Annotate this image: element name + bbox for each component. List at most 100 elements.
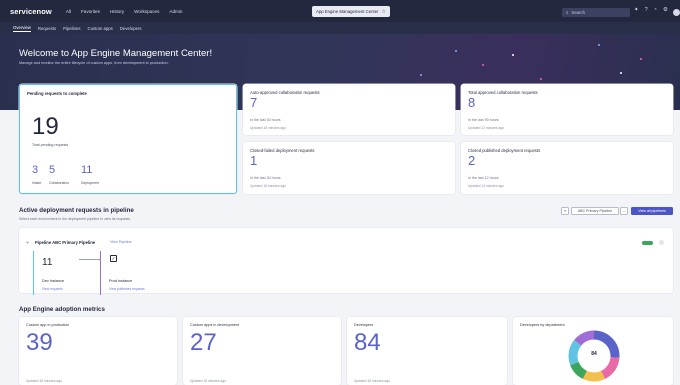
pipeline-filter-select[interactable]: ABC Primary Pipeline <box>571 207 619 215</box>
decor-sparkle <box>455 50 457 52</box>
metrics-section-title: App Engine adoption metrics <box>19 306 105 313</box>
checklist-icon: ✓ <box>110 255 117 262</box>
summary-title: Auto-approved collaboration requests <box>250 90 320 95</box>
summary-updated: Updated 12 minutes ago <box>468 126 504 130</box>
metric-title: Developers <box>354 323 374 327</box>
servicenow-logo[interactable]: servicenow <box>10 7 52 16</box>
summary-period: In the last 90 hours <box>468 118 499 122</box>
chevron-down-icon[interactable]: ⌄ <box>620 207 628 215</box>
metric-value: 84 <box>354 329 381 356</box>
pipeline-arrow <box>79 259 101 260</box>
decor-sparkle <box>420 74 422 76</box>
decor-sparkle <box>482 64 484 66</box>
stage-dev-label: Dev instance <box>42 279 64 283</box>
summary-period: In the last 30 hours <box>250 176 281 180</box>
metric-card[interactable]: Custom apps in development 27 Updated 18… <box>183 317 341 385</box>
deployment-section-title: Active deployment requests in pipeline <box>19 207 134 214</box>
summary-value: 8 <box>468 95 476 110</box>
stage-dev-link[interactable]: View requests <box>42 287 63 291</box>
tab-custom-apps[interactable]: Custom apps <box>88 26 113 31</box>
pipeline-card: ⑂ Pipeline ABC Primary Pipeline View Pip… <box>19 228 673 295</box>
pending-collab-label: Collaboration <box>49 181 69 185</box>
metric-value: 39 <box>26 329 53 356</box>
metric-card[interactable]: Developers 84 Updated 18 minutes ago <box>347 317 507 385</box>
tab-developers[interactable]: Developers <box>120 26 142 31</box>
top-icons: ✦ ? ◔ ⚙ <box>634 7 668 13</box>
stage-prod[interactable]: ✓ Prod instance View published requests <box>100 251 162 295</box>
nav-link-history[interactable]: History <box>110 9 124 14</box>
summary-card[interactable]: Closed-failed deployment requests 1 In t… <box>243 142 455 194</box>
nav-link-admin[interactable]: Admin <box>169 9 182 14</box>
view-all-pipelines-button[interactable]: View all pipelines <box>631 207 673 215</box>
app-title: App Engine Management Center <box>315 9 379 14</box>
view-pipeline-link[interactable]: View Pipeline <box>110 240 132 244</box>
nav-link-workspaces[interactable]: Workspaces <box>134 9 159 14</box>
help-icon[interactable]: ? <box>645 7 648 13</box>
summary-card[interactable]: Auto-approved collaboration requests 7 I… <box>243 84 455 135</box>
arrow-head-icon: › <box>99 257 101 263</box>
pending-requests-card[interactable]: Pending requests to complete 19 Total pe… <box>19 84 237 194</box>
decor-sparkle <box>620 72 622 74</box>
metric-card[interactable]: Custom app in production 39 Updated 18 m… <box>19 317 177 385</box>
donut-card[interactable]: Developers by department 84 <box>513 317 673 385</box>
nav-link-all[interactable]: All <box>66 9 71 14</box>
summary-value: 7 <box>250 95 258 110</box>
sparkle-icon[interactable]: ✦ <box>634 7 639 13</box>
pending-title: Pending requests to complete <box>27 91 87 96</box>
metric-updated: Updated 18 minutes ago <box>26 379 62 383</box>
summary-value: 1 <box>250 153 258 168</box>
summary-value: 2 <box>468 153 476 168</box>
avatar[interactable] <box>673 9 680 16</box>
metric-updated: Updated 18 minutes ago <box>190 379 226 383</box>
star-icon[interactable]: ☆ <box>382 9 386 15</box>
notification-icon[interactable]: ◔ <box>654 7 657 13</box>
summary-updated: Updated 18 minutes ago <box>250 184 286 188</box>
summary-card[interactable]: Closed published deployment requests 2 I… <box>461 142 673 194</box>
summary-period: In the last 12 hours <box>468 176 499 180</box>
status-toggle[interactable] <box>642 241 653 245</box>
stage-dev-count: 11 <box>42 257 53 268</box>
pending-collab-value[interactable]: 5 <box>49 164 55 176</box>
deployment-section-subtitle: Select each environment in the deploymen… <box>19 217 131 221</box>
tab-pipelines[interactable]: Pipelines <box>63 26 80 31</box>
stage-dev[interactable]: 11 Dev instance View requests <box>33 251 85 295</box>
app-title-pill[interactable]: App Engine Management Center ☆ <box>312 6 390 17</box>
metric-updated: Updated 18 minutes ago <box>354 379 390 383</box>
summary-title: Total approved collaboration requests <box>468 90 538 95</box>
search-icon: ⌕ <box>566 10 569 15</box>
summary-title: Closed-failed deployment requests <box>250 148 315 153</box>
metric-value: 27 <box>190 329 217 356</box>
tab-requests[interactable]: Requests <box>38 26 56 31</box>
pending-total-label: Total pending requests <box>32 143 69 147</box>
sub-navigation: Overview Requests Pipelines Custom apps … <box>0 22 680 34</box>
stage-prod-link[interactable]: View published requests <box>109 287 145 291</box>
top-navigation: servicenow All Favorites History Workspa… <box>0 0 680 22</box>
nav-links: All Favorites History Workspaces Admin <box>66 9 183 14</box>
decor-sparkle <box>512 54 514 56</box>
pipeline-name: Pipeline ABC Primary Pipeline <box>35 240 96 245</box>
pending-deploy-value[interactable]: 11 <box>81 164 92 176</box>
decor-sparkle <box>640 58 642 60</box>
search-input[interactable]: ⌕ Search <box>562 8 630 17</box>
summary-updated: Updated 18 minutes ago <box>250 126 286 130</box>
summary-period: In the last 30 hours <box>250 118 281 122</box>
nav-link-favorites[interactable]: Favorites <box>81 9 100 14</box>
donut-center-value: 84 <box>591 351 597 357</box>
decor-sparkle <box>540 78 542 80</box>
hero-title: Welcome to App Engine Management Center! <box>19 48 213 59</box>
summary-updated: Updated 12 minutes ago <box>468 184 504 188</box>
settings-icon[interactable]: ⚙ <box>663 7 668 13</box>
stage-prod-label: Prod instance <box>109 279 133 283</box>
hero-subtitle: Manage and monitor the entire lifecycle … <box>19 61 169 65</box>
summary-title: Closed published deployment requests <box>468 148 541 153</box>
metric-title: Custom apps in development <box>190 323 240 327</box>
more-icon[interactable] <box>659 240 664 245</box>
pending-intake-value[interactable]: 3 <box>32 164 38 176</box>
tab-overview[interactable]: Overview <box>13 25 31 32</box>
filter-icon[interactable]: ≡ <box>561 207 569 215</box>
summary-card[interactable]: Total approved collaboration requests 8 … <box>461 84 673 135</box>
search-placeholder: Search <box>571 10 586 15</box>
pending-intake-label: Intake <box>32 181 42 185</box>
pipeline-icon: ⑂ <box>26 240 30 246</box>
metric-title: Custom app in production <box>26 323 70 327</box>
